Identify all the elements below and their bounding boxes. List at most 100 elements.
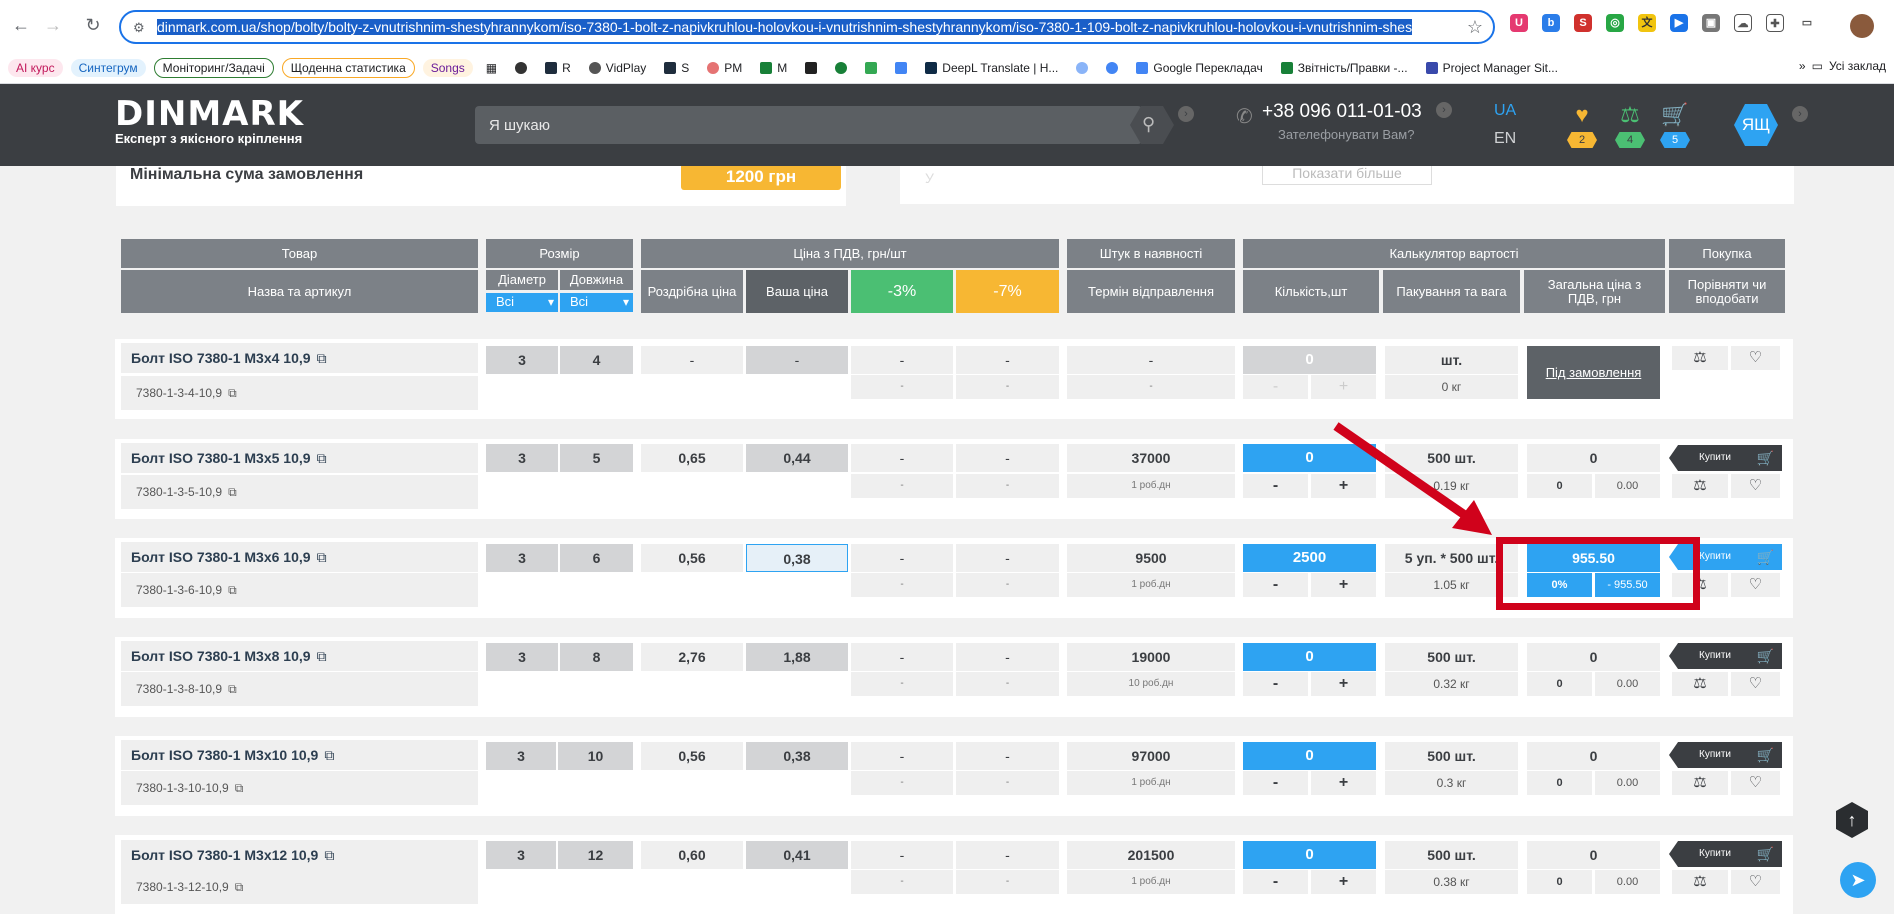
lang-ua[interactable]: UA: [1494, 102, 1516, 120]
extension-icon[interactable]: b: [1542, 14, 1560, 32]
product-name[interactable]: Болт ISO 7380-1 M3x4 10,9 ⧉: [121, 343, 478, 373]
bookmark-r[interactable]: R: [540, 59, 576, 77]
profile-avatar[interactable]: [1850, 14, 1874, 38]
compare-icon[interactable]: ⚖: [1672, 771, 1728, 795]
apps-grid-icon[interactable]: ▦: [481, 59, 502, 77]
product-name[interactable]: Болт ISO 7380-1 M3x12 10,9 ⧉: [121, 840, 478, 870]
bookmark-icon[interactable]: [830, 60, 852, 76]
plus-button[interactable]: +: [1311, 870, 1376, 894]
copy-icon[interactable]: ⧉: [228, 573, 237, 607]
compare-icon[interactable]: ⚖: [1672, 672, 1728, 696]
url-text[interactable]: dinmark.com.ua/shop/bolty/bolty-z-vnutri…: [157, 19, 1457, 35]
extension-icon[interactable]: S: [1574, 14, 1592, 32]
product-name[interactable]: Болт ISO 7380-1 M3x8 10,9 ⧉: [121, 641, 478, 671]
site-info-icon[interactable]: ⚙: [133, 20, 145, 36]
bookmark-vidplay[interactable]: VidPlay: [584, 59, 651, 77]
favorite-icon[interactable]: ♡: [1731, 771, 1780, 795]
plus-button[interactable]: +: [1311, 672, 1376, 696]
arrow-right-icon[interactable]: ›: [1178, 106, 1194, 122]
length-filter-select[interactable]: Всі: [560, 293, 633, 312]
bookmark-pm[interactable]: PM: [702, 59, 747, 77]
bookmark-syntegrum[interactable]: Синтегрум: [70, 58, 146, 77]
all-bookmarks[interactable]: » ▭ Усі заклад: [1799, 59, 1886, 73]
plus-button[interactable]: +: [1311, 771, 1376, 795]
bookmark-daily-stats[interactable]: Щоденна статистика: [281, 57, 415, 78]
quantity-input[interactable]: 0: [1243, 346, 1376, 374]
site-logo[interactable]: DINMARK Експерт з якісного кріплення: [115, 96, 304, 146]
buy-button[interactable]: Купити 🛒: [1669, 643, 1782, 669]
extension-icon[interactable]: ▣: [1702, 14, 1720, 32]
copy-icon[interactable]: ⧉: [235, 771, 244, 805]
tab-search-icon[interactable]: ▭: [1798, 14, 1816, 32]
show-more-button[interactable]: Показати більше: [1262, 166, 1432, 185]
bookmark-songs[interactable]: Songs: [422, 58, 473, 77]
arrow-right-icon[interactable]: ›: [1792, 106, 1808, 122]
copy-icon[interactable]: ⧉: [228, 672, 237, 706]
bookmark-google-translate[interactable]: Google Перекладач: [1131, 59, 1267, 77]
search-button[interactable]: ⚲: [1130, 106, 1178, 146]
bookmark-s[interactable]: S: [659, 59, 694, 77]
copy-icon[interactable]: ⧉: [228, 376, 237, 410]
buy-button[interactable]: Купити 🛒: [1669, 445, 1782, 471]
bookmark-star-icon[interactable]: ☆: [1467, 17, 1483, 38]
copy-icon[interactable]: ⧉: [324, 740, 334, 770]
copy-icon[interactable]: ⧉: [317, 343, 327, 373]
bookmark-icon[interactable]: [800, 60, 822, 76]
minus-button[interactable]: -: [1243, 573, 1308, 597]
bookmark-project-manager[interactable]: Project Manager Sit...: [1421, 59, 1563, 77]
phone-number[interactable]: +38 096 011-01-03: [1262, 101, 1422, 123]
favorite-icon[interactable]: ♡: [1731, 672, 1780, 696]
on-order-button[interactable]: Під замовлення: [1527, 346, 1660, 399]
bookmark-deepl[interactable]: DeepL Translate | H...: [920, 59, 1063, 77]
back-icon[interactable]: ←: [10, 14, 32, 36]
copy-icon[interactable]: ⧉: [317, 542, 327, 572]
address-bar[interactable]: ⚙ dinmark.com.ua/shop/bolty/bolty-z-vnut…: [119, 10, 1495, 44]
puzzle-icon[interactable]: ✚: [1766, 14, 1784, 32]
lang-en[interactable]: EN: [1494, 130, 1516, 148]
bookmark-chatgpt[interactable]: [510, 60, 532, 76]
scroll-to-top-button[interactable]: ↑: [1836, 802, 1868, 838]
copy-icon[interactable]: ⧉: [317, 443, 327, 473]
plus-button[interactable]: +: [1311, 375, 1376, 399]
telegram-icon[interactable]: ➤: [1840, 862, 1876, 898]
minus-button[interactable]: -: [1243, 375, 1308, 399]
copy-icon[interactable]: ⧉: [235, 870, 244, 904]
quantity-input[interactable]: 0: [1243, 742, 1376, 770]
plus-button[interactable]: +: [1311, 573, 1376, 597]
compare-icon[interactable]: ⚖: [1672, 870, 1728, 894]
bookmark-play-icon[interactable]: [860, 60, 882, 76]
compare-icon[interactable]: ⚖: [1672, 346, 1728, 370]
search-input[interactable]: Я шукаю: [475, 106, 1142, 144]
favorites-icon[interactable]: ♥: [1567, 102, 1597, 128]
bookmark-icon[interactable]: [890, 60, 912, 76]
user-avatar[interactable]: ЯЩ: [1734, 104, 1778, 146]
compare-icon[interactable]: ⚖: [1672, 474, 1728, 498]
cart-icon[interactable]: 🛒: [1660, 102, 1690, 128]
minus-button[interactable]: -: [1243, 474, 1308, 498]
bookmark-reports[interactable]: Звітність/Правки -...: [1276, 59, 1413, 77]
compare-icon[interactable]: ⚖: [1615, 102, 1645, 128]
buy-button[interactable]: Купити 🛒: [1669, 841, 1782, 867]
product-name[interactable]: Болт ISO 7380-1 M3x6 10,9 ⧉: [121, 542, 478, 572]
favorite-icon[interactable]: ♡: [1731, 573, 1780, 597]
bookmark-gemini-icon[interactable]: [1071, 60, 1093, 76]
chevron-right-icon[interactable]: »: [1799, 59, 1806, 73]
extension-icon[interactable]: ▶: [1670, 14, 1688, 32]
copy-icon[interactable]: ⧉: [324, 840, 334, 870]
forward-icon[interactable]: →: [42, 14, 64, 36]
bookmark-m[interactable]: M: [755, 59, 792, 77]
quantity-input[interactable]: 0: [1243, 841, 1376, 869]
extension-icon[interactable]: ◎: [1606, 14, 1624, 32]
callback-link[interactable]: Зателефонувати Вам?: [1278, 127, 1414, 142]
favorite-icon[interactable]: ♡: [1731, 346, 1780, 370]
arrow-right-icon[interactable]: ›: [1436, 102, 1452, 118]
bookmark-ai-course[interactable]: AI курс: [8, 58, 63, 77]
minus-button[interactable]: -: [1243, 771, 1308, 795]
extension-icon[interactable]: 文: [1638, 14, 1656, 32]
copy-icon[interactable]: ⧉: [317, 641, 327, 671]
extension-icon[interactable]: U: [1510, 14, 1528, 32]
buy-button[interactable]: Купити 🛒: [1669, 742, 1782, 768]
favorite-icon[interactable]: ♡: [1731, 870, 1780, 894]
copy-icon[interactable]: ⧉: [228, 475, 237, 509]
quantity-input[interactable]: 2500: [1243, 544, 1376, 572]
